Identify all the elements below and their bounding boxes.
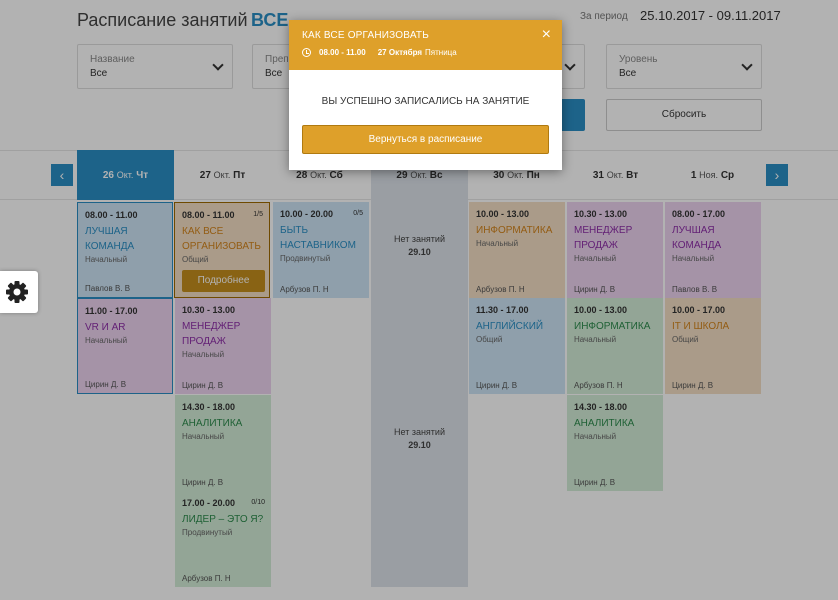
clock-icon: [302, 48, 311, 57]
modal-time: 08.00 - 11.00: [319, 48, 366, 57]
settings-button[interactable]: [0, 271, 38, 313]
close-icon[interactable]: ×: [542, 27, 551, 43]
modal-title: КАК ВСЕ ОРГАНИЗОВАТЬ: [302, 30, 429, 41]
gear-icon: [6, 281, 28, 303]
modal-time-row: 08.00 - 11.00 27 Октября Пятница: [302, 48, 549, 57]
modal-weekday: Пятница: [425, 48, 457, 57]
schedule-page: Расписание занятий ВСЕ За период 25.10.2…: [0, 0, 838, 600]
modal-header: КАК ВСЕ ОРГАНИЗОВАТЬ 08.00 - 11.00 27 Ок…: [289, 20, 562, 70]
back-to-schedule-button[interactable]: Вернуться в расписание: [302, 125, 549, 154]
enrollment-modal: КАК ВСЕ ОРГАНИЗОВАТЬ 08.00 - 11.00 27 Ок…: [289, 20, 562, 170]
modal-message: ВЫ УСПЕШНО ЗАПИСАЛИСЬ НА ЗАНЯТИЕ: [321, 96, 530, 107]
modal-date: 27 Октября: [377, 48, 423, 57]
